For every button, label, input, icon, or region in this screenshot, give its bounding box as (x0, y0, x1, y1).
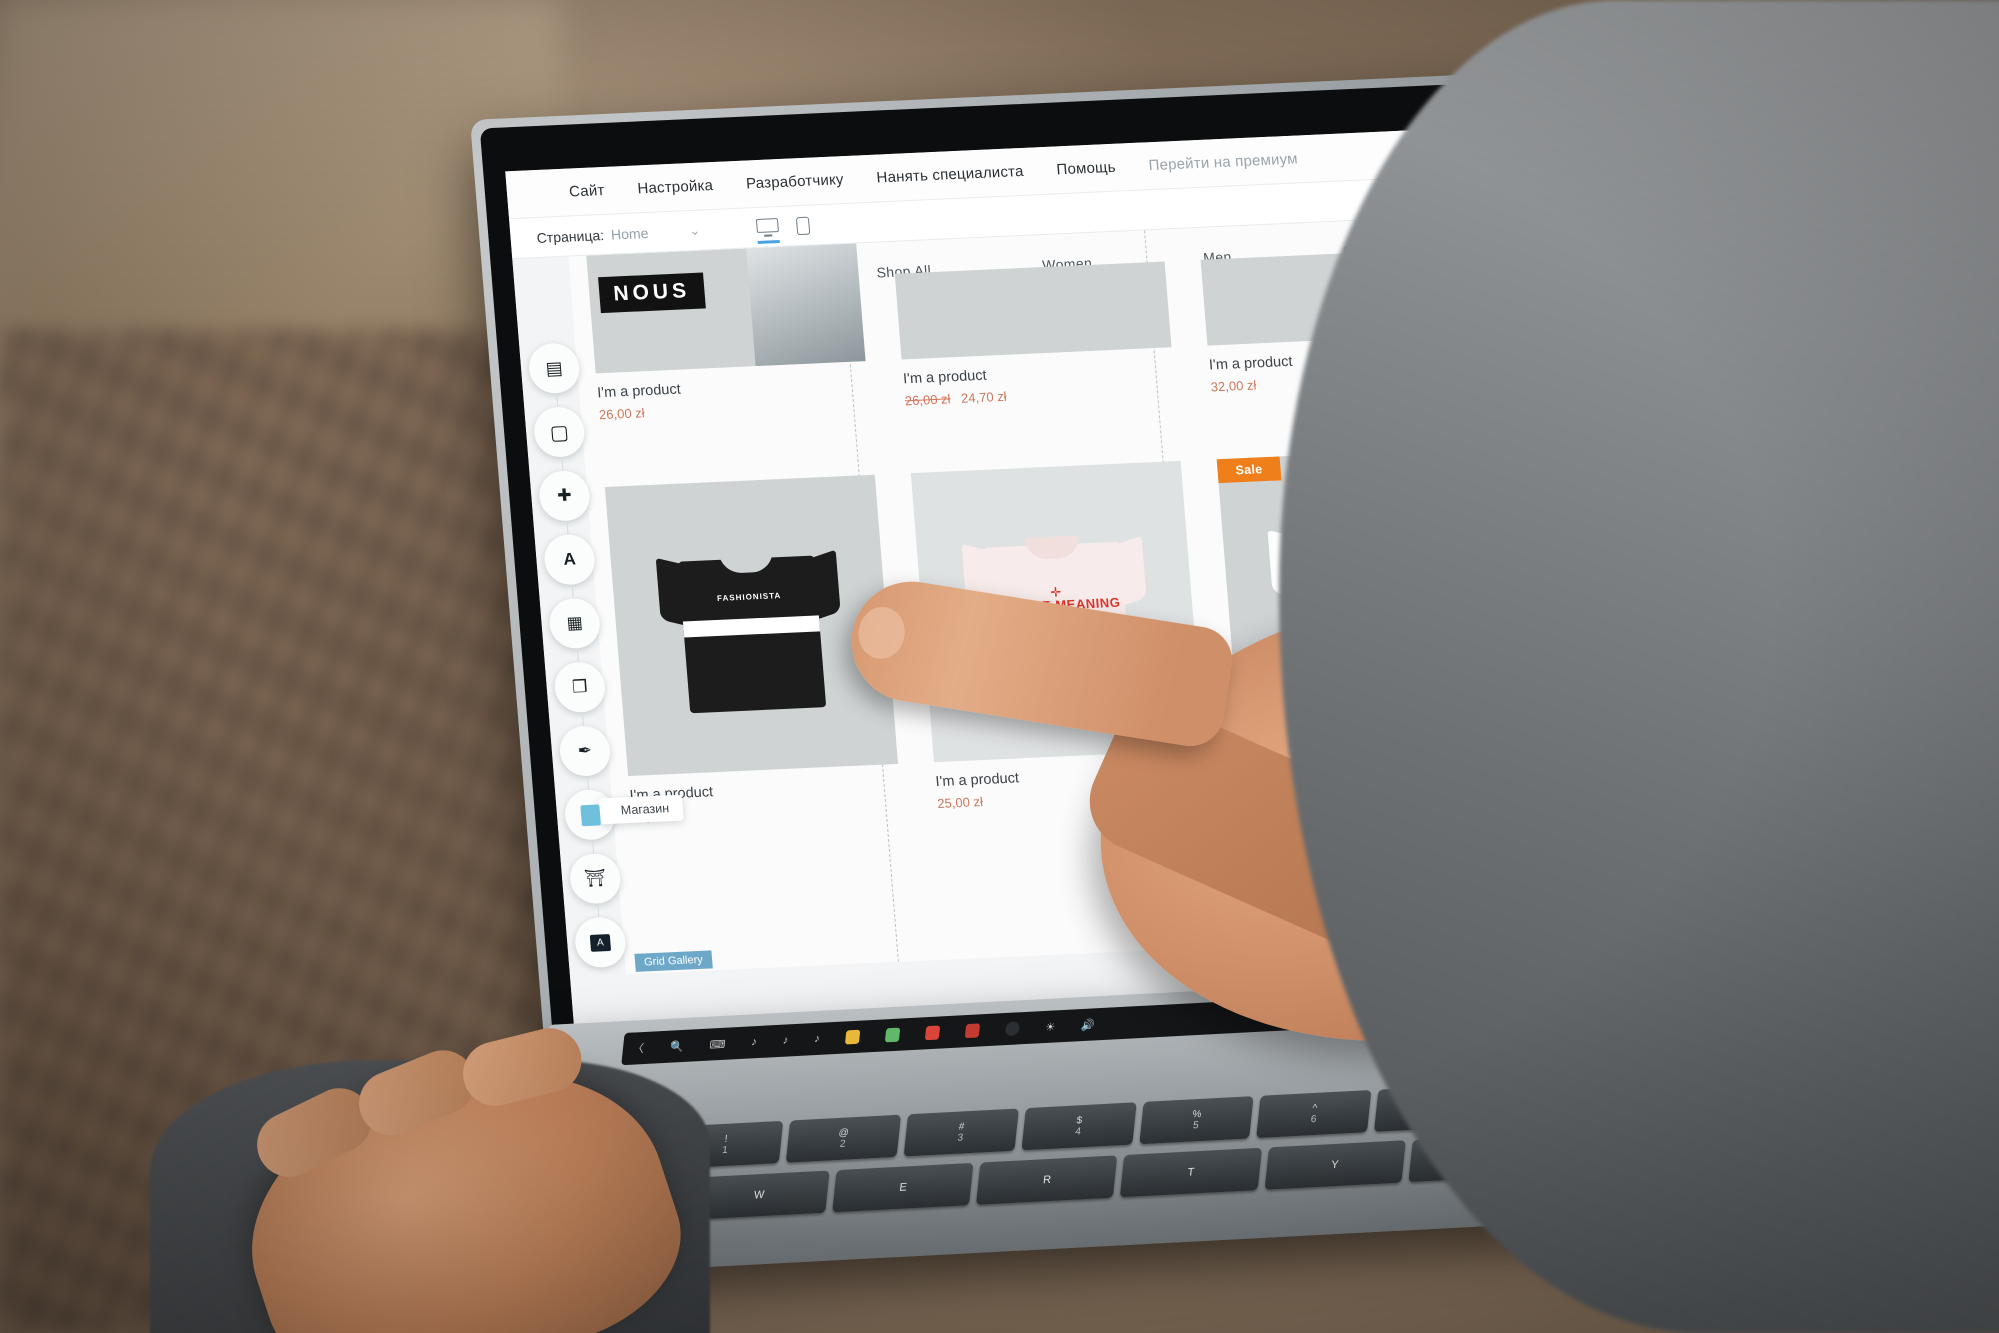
site-logo: NOUS (598, 272, 706, 314)
touchbar-volume-icon[interactable]: 🔊 (1081, 1018, 1096, 1032)
product-price-old: 28,00 zł (1242, 780, 1290, 798)
key[interactable]: Y (1264, 1140, 1406, 1190)
product-card[interactable]: ✛ DOUBLE MEANING I'm a product 25,00 zł (910, 460, 1208, 812)
selection-badge: Grid Gallery (634, 950, 713, 972)
product-price-current: 32,00 zł (1210, 377, 1257, 395)
page-selector-label: Страница: (535, 226, 605, 246)
product-card[interactable]: FASHIONISTA I'm a product 31,00 zł (604, 474, 902, 825)
touchbar-media-icon[interactable]: ♪ (751, 1036, 758, 1048)
shopping-bag-icon (579, 803, 601, 826)
media-images-icon: ❒ (571, 676, 589, 697)
tshirt-black-graphic: FASHIONISTA (655, 537, 849, 715)
touchbar-back-icon[interactable]: 〈 (632, 1040, 645, 1057)
sidebar-item-pages[interactable]: ▤ (527, 342, 582, 395)
touchbar-media-icon[interactable]: ♪ (814, 1033, 821, 1045)
theme-icon: A (562, 549, 577, 569)
touchbar-keyboard-icon[interactable]: ⌨ (709, 1037, 726, 1051)
touchbar-brightness-icon[interactable]: ☀ (1045, 1020, 1056, 1034)
key[interactable]: % 5 (1138, 1096, 1255, 1145)
chevron-down-icon[interactable]: ⌄ (689, 222, 701, 238)
sidebar-item-add[interactable]: ✚ (537, 456, 592, 522)
sidebar-item-members[interactable]: ⛩ (568, 839, 623, 905)
pen-icon: ✒ (577, 740, 593, 761)
key[interactable]: T (1120, 1147, 1262, 1198)
touchbar-app-icon[interactable] (1004, 1021, 1021, 1037)
product-price-current: 26,00 zł (598, 405, 646, 423)
sidebar-tooltip-shop: Магазин (597, 794, 685, 825)
page-selector[interactable]: Страница: Home ⌄ (510, 222, 701, 247)
pages-icon: ▤ (544, 357, 564, 379)
key[interactable]: R (976, 1155, 1118, 1205)
sidebar-item-apps[interactable]: ▦ (547, 584, 602, 650)
product-price-old: 26,00 zł (904, 391, 952, 409)
touchbar-app-icon[interactable] (844, 1029, 861, 1045)
sidebar-item-marketing[interactable]: A (573, 903, 628, 969)
sidebar-item-blog[interactable]: ✒ (557, 712, 612, 778)
key[interactable]: @2 (785, 1114, 901, 1163)
members-icon: ⛩ (583, 868, 607, 889)
key[interactable]: E (832, 1162, 974, 1213)
marketing-briefcase-icon: A (589, 933, 612, 952)
touchbar-media-icon[interactable]: ♪ (782, 1034, 789, 1046)
tshirt-pink-graphic: ✛ DOUBLE MEANING (961, 523, 1155, 701)
apps-grid-icon: ▦ (565, 613, 584, 633)
key[interactable]: ^ 6 (1256, 1089, 1372, 1139)
desktop-icon[interactable] (755, 218, 780, 244)
sidebar-item-background[interactable]: ▢ (532, 393, 587, 459)
product-image: ✛ DOUBLE MEANING (910, 460, 1204, 763)
touchbar-app-icon[interactable] (884, 1027, 901, 1043)
key[interactable]: $4 (1021, 1102, 1137, 1151)
key[interactable]: #3 (903, 1108, 1019, 1157)
product-price-current: 24,70 zł (960, 388, 1008, 406)
menu-item-site[interactable]: Сайт (568, 182, 605, 201)
status-badge: Sale (1216, 456, 1282, 484)
sidebar-item-media[interactable]: ❒ (552, 648, 607, 714)
logo-tile: NOUS (586, 243, 866, 374)
menu-item-developer[interactable]: Разработчику (745, 171, 844, 192)
touchbar-app-icon[interactable] (964, 1023, 981, 1039)
plus-circle-icon: ✚ (556, 485, 573, 506)
product-image (894, 261, 1172, 360)
touchbar-search-icon[interactable]: 🔍 (669, 1039, 684, 1053)
product-image: FASHIONISTA (604, 474, 899, 777)
product-card[interactable]: I'm a product 26,00 zł 24,70 zł (894, 261, 1176, 409)
sidebar-item-theme[interactable]: A (542, 520, 597, 586)
device-switcher (755, 216, 809, 244)
menu-item-settings[interactable]: Настройка (637, 177, 714, 197)
touchbar-app-icon[interactable] (924, 1025, 941, 1041)
menu-item-hire-specialist[interactable]: Нанять специалиста (876, 163, 1024, 187)
menu-item-upgrade-premium[interactable]: Перейти на премиум (1148, 150, 1298, 174)
menu-item-help[interactable]: Помощь (1056, 159, 1116, 179)
mobile-icon[interactable] (795, 216, 809, 235)
page-selector-value: Home (610, 224, 649, 243)
background-icon: ▢ (549, 421, 570, 444)
product-price-current: 25,00 zł (936, 794, 984, 812)
shop-all-label: Shop All (1139, 837, 1313, 881)
sidebar-item-shop[interactable]: Магазин (563, 775, 685, 841)
hanger-photo (746, 243, 866, 367)
